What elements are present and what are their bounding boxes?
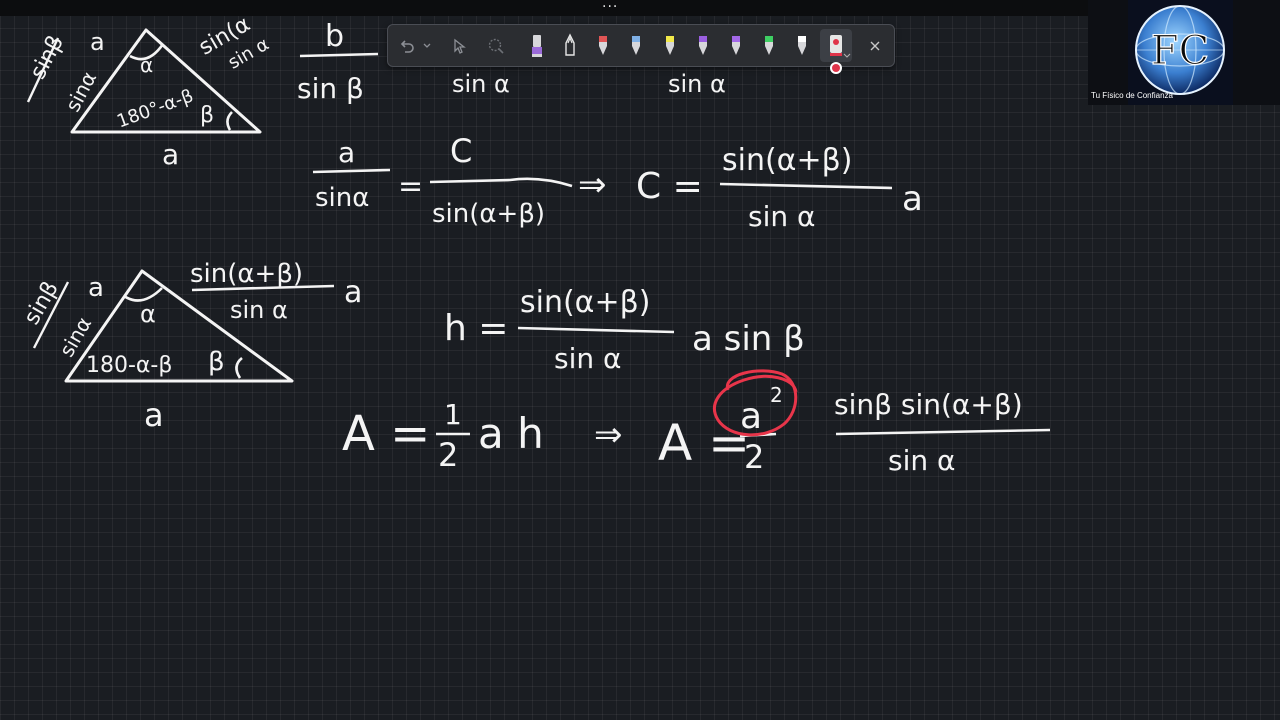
fragment-sinbeta: sin β: [297, 72, 364, 105]
triangle-bottom-right-den: sin α: [230, 296, 288, 324]
triangle-top-angle-expr: 180°-α-β: [114, 85, 196, 132]
eq1-implies: ⇒: [578, 165, 607, 205]
triangle-bottom-right-a: a: [344, 275, 362, 310]
triangle-top-base: a: [162, 138, 179, 171]
eq1-frac-num: sin(α+β): [722, 143, 852, 178]
whiteboard-canvas[interactable]: sinβ a sinα sin(α sin α α 180°-α-β β a b…: [0, 0, 1088, 720]
equation-area: A = 1 2 a h ⇒ A = a 2 2 sinβ sin(α+β) si…: [342, 369, 1051, 477]
triangle-bottom-right-num: sin(α+β): [190, 259, 303, 289]
eq1-rhs-den: sin(α+β): [432, 199, 545, 229]
fragment-sinalpha-2: sin α: [668, 70, 726, 98]
triangle-bottom-left-label-a: a: [88, 273, 104, 303]
fragment-sinalpha-1: sin α: [452, 70, 510, 98]
eq3-den2: 2: [744, 438, 764, 476]
eq1-c: C =: [636, 166, 703, 207]
eq1-frac-den: sin α: [748, 200, 815, 233]
equation-height: h = sin(α+β) sin α a sin β: [444, 285, 805, 375]
triangle-bottom-beta: β: [208, 347, 225, 377]
triangle-bottom-base: a: [144, 396, 164, 434]
eq1-rhs-num: C: [450, 132, 472, 170]
triangle-top-left-label-bottom: sinα: [60, 67, 101, 115]
webcam-overlay: FC Tu Físico de Confianza: [1088, 0, 1280, 105]
eq3-half-num: 1: [444, 398, 462, 431]
eq3-implies: ⇒: [594, 415, 623, 455]
triangle-bottom-angle-expr: 180-α-β: [86, 353, 172, 378]
eq3-ah: a h: [478, 409, 544, 458]
channel-caption: Tu Físico de Confianza: [1091, 91, 1173, 100]
triangle-top-left-label-a: a: [90, 28, 105, 56]
triangle-top-beta: β: [200, 103, 214, 128]
eq3-A: A =: [342, 406, 430, 462]
eq1-a: a: [902, 179, 923, 219]
triangle-top: sinβ a sinα sin(α sin α α 180°-α-β β a: [26, 12, 273, 171]
triangle-top-alpha: α: [140, 53, 153, 77]
equation-law-of-sines: a sinα = C sin(α+β) ⇒ C = sin(α+β) sin α…: [312, 132, 923, 233]
eq2-tail: a sin β: [692, 319, 805, 359]
eq2-h: h =: [444, 308, 508, 349]
eq3-a2: a: [740, 396, 762, 437]
eq2-den: sin α: [554, 342, 621, 375]
triangle-bottom: sinβ a sinα sin(α+β) sin α a α 180-α-β β…: [19, 259, 362, 434]
eq3-A2: A =: [658, 414, 750, 472]
channel-logo-icon: FC: [1135, 5, 1225, 95]
top-equation-fragment: b sin β sin α sin α: [297, 19, 726, 105]
channel-logo-text: FC: [1151, 28, 1209, 74]
triangle-top-left-label-top: sinβ: [26, 31, 69, 83]
eq3-sup: 2: [770, 383, 783, 407]
triangle-bottom-alpha: α: [140, 300, 156, 328]
fragment-b: b: [325, 19, 344, 54]
eq3-half-den: 2: [438, 436, 458, 474]
eq2-num: sin(α+β): [520, 285, 650, 320]
eq1-den: sinα: [315, 183, 369, 213]
eq3-frac-num: sinβ sin(α+β): [834, 388, 1023, 421]
eq1-equals: =: [398, 169, 423, 204]
eq1-num: a: [338, 136, 355, 169]
eq3-frac-den: sin α: [888, 444, 955, 477]
